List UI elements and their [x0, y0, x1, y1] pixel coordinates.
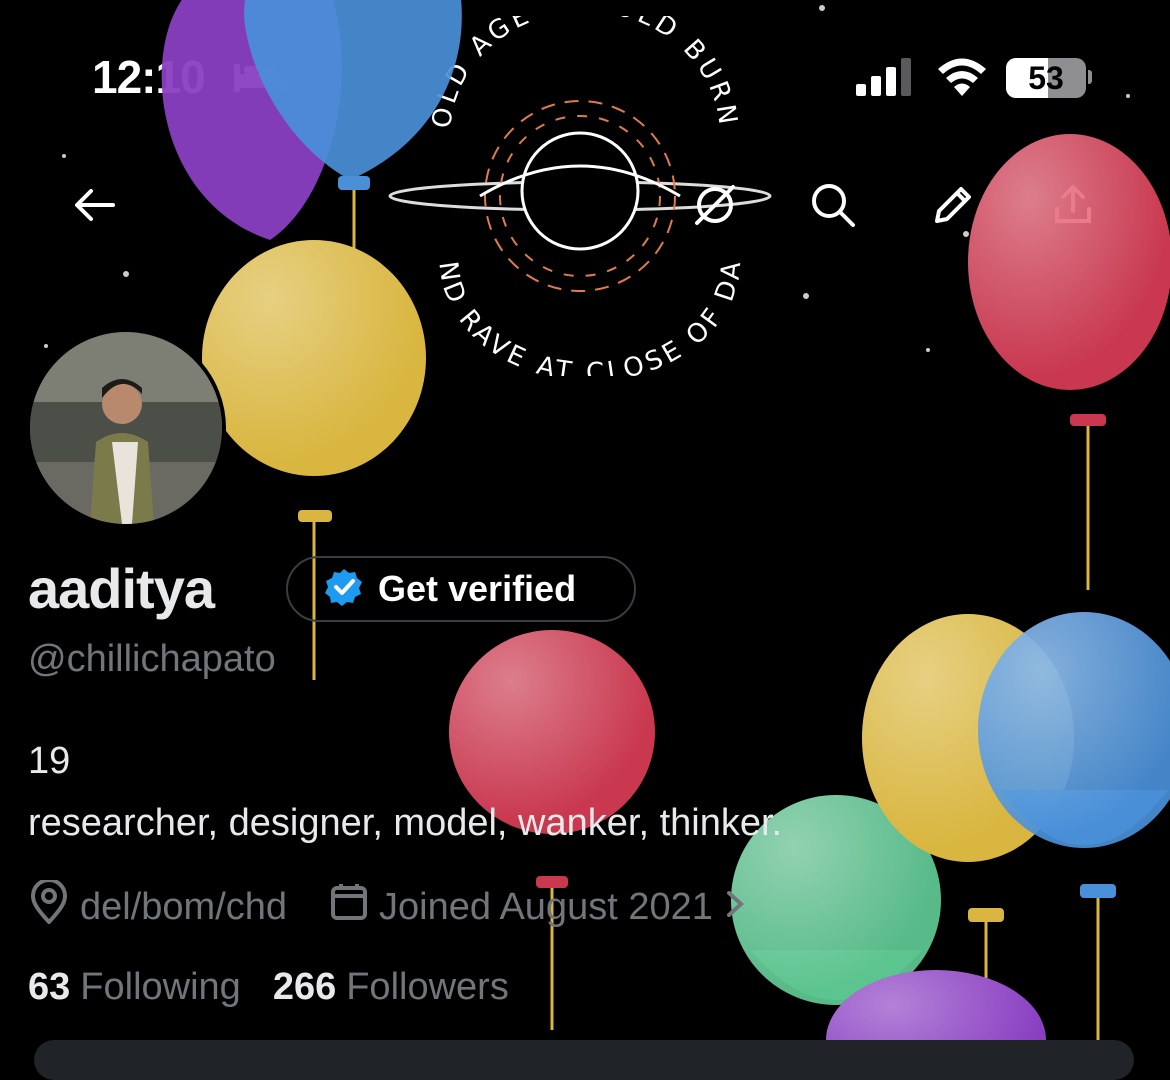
back-button[interactable] — [60, 172, 130, 242]
following-link[interactable]: 63 Following — [28, 966, 241, 1009]
bio-line: researcher, designer, model, wanker, thi… — [28, 802, 783, 844]
joined-text: Joined August 2021 — [379, 885, 713, 928]
location-text: del/bom/chd — [80, 885, 288, 928]
location: del/bom/chd — [28, 878, 288, 934]
profile-meta-row: del/bom/chd Joined August 2021 — [28, 878, 747, 934]
following-label: Following — [80, 966, 241, 1008]
svg-text:OLD AGE SHOULD BURN: OLD AGE SHOULD BURN — [427, 16, 743, 130]
battery-indicator: 53 — [1006, 58, 1086, 98]
followers-label: Followers — [346, 966, 509, 1008]
following-count: 63 — [28, 966, 71, 1008]
pencil-icon — [929, 181, 977, 234]
location-pin-icon — [28, 878, 70, 934]
edit-button[interactable] — [918, 172, 988, 242]
status-time: 12:10 — [92, 51, 206, 103]
display-name: aaditya — [28, 557, 215, 620]
battery-nub — [1088, 70, 1092, 84]
grok-icon — [691, 181, 739, 234]
verified-badge-icon — [324, 567, 364, 612]
grok-button[interactable] — [680, 172, 750, 242]
handle: @chillichapato — [28, 638, 276, 680]
battery-percent: 53 — [1028, 60, 1064, 96]
bottom-card — [34, 1040, 1134, 1080]
banner-text-top: OLD AGE SHOULD BURN — [427, 0, 739, 130]
followers-link[interactable]: 266 Followers — [273, 966, 509, 1009]
search-icon — [809, 181, 857, 234]
share-icon — [1049, 181, 1097, 234]
search-button[interactable] — [798, 172, 868, 242]
avatar[interactable] — [26, 328, 226, 528]
joined-date[interactable]: Joined August 2021 — [329, 882, 747, 932]
followers-count: 266 — [272, 966, 337, 1008]
wifi-icon — [936, 54, 988, 103]
follow-stats: 63 Following 266 Followers — [28, 966, 509, 1009]
bio-line: 19 — [28, 740, 71, 782]
get-verified-button[interactable]: Get verified — [286, 556, 636, 622]
calendar-icon — [329, 882, 369, 932]
chevron-right-icon — [723, 886, 747, 929]
get-verified-label: Get verified — [378, 568, 577, 609]
share-button[interactable] — [1038, 172, 1108, 242]
bed-icon — [232, 60, 288, 99]
arrow-left-icon — [73, 187, 117, 228]
cellular-signal-icon — [856, 58, 916, 103]
